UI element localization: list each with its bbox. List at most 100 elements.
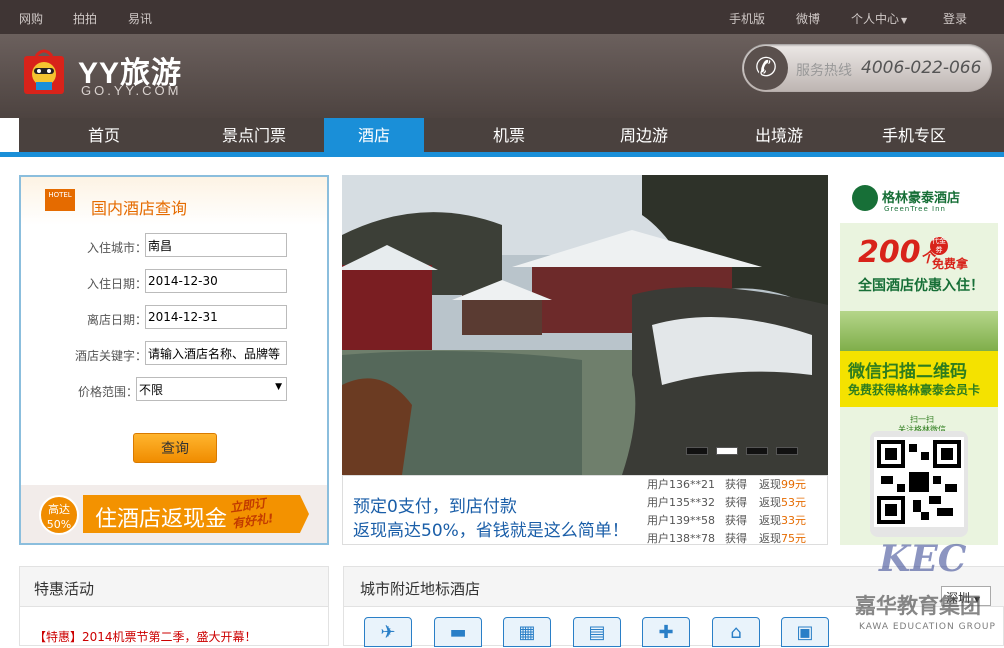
ad-voucher-badge: 代金券 [930, 237, 948, 255]
keyword-input[interactable] [145, 341, 287, 365]
price-row: 价格范围： 不限 ▼ [21, 377, 327, 403]
nav-flights[interactable]: 机票 [459, 118, 559, 154]
winner-got: 获得 [725, 514, 747, 527]
deal-link[interactable]: 【特惠】2014机票节第二季，盛大开幕！ [34, 628, 257, 645]
checkin-label: 入住日期： [86, 277, 147, 291]
city-input[interactable] [145, 233, 287, 257]
cbd-icon[interactable]: ▦ [503, 617, 551, 647]
winner-reward-label: 返现 [759, 532, 781, 544]
promo-box: 预定0支付，到店付款 返现高达50%，省钱就是这么简单！ 用户136**21 获得… [342, 475, 828, 545]
topbar-link-account[interactable]: 个人中心 ▼ [851, 10, 907, 27]
winner-user: 用户139**58 [647, 514, 715, 527]
slider-dot-1[interactable] [686, 447, 708, 455]
topbar-link-paipai[interactable]: 拍拍 [73, 10, 97, 27]
price-select-value: 不限 [139, 383, 164, 397]
winner-amount: 53元 [781, 496, 806, 509]
main-nav: 首页 景点门票 酒店 机票 周边游 出境游 手机专区 [19, 118, 1004, 154]
winner-amount: 33元 [781, 514, 806, 527]
slider-dots [686, 444, 806, 458]
topbar-link-mobile[interactable]: 手机版 [729, 10, 765, 27]
cashback-badge: 高达 50% [39, 495, 79, 535]
watermark: KEC 嘉华教育集团 KAWA EDUCATION GROUP [855, 538, 1004, 641]
watermark-en: KAWA EDUCATION GROUP [859, 622, 996, 632]
nav-tickets[interactable]: 景点门票 [189, 118, 319, 154]
nav-mobile[interactable]: 手机专区 [864, 118, 964, 154]
phone-icon: ✆ [744, 46, 788, 90]
temple-icon[interactable]: ⌂ [712, 617, 760, 647]
badge-line1: 高达 [48, 503, 70, 516]
greentree-logo-icon [852, 185, 878, 211]
winner-reward-label: 返现 [759, 496, 781, 509]
ad-wechat-sub: 免费获得格林豪泰会员卡 [848, 383, 981, 397]
ad-brand-en: GreenTree Inn [884, 205, 946, 213]
winner-reward: 返现75元 [759, 530, 806, 544]
winner-reward: 返现53元 [759, 494, 806, 510]
slider-dot-2[interactable] [716, 447, 738, 455]
promo-line2: 返现高达50%，省钱就是这么简单！ [353, 521, 629, 541]
ad-free-text: 免费拿 [932, 257, 969, 271]
building-icon[interactable]: ▣ [781, 617, 829, 647]
hotline-box: ✆ 服务热线 4006-022-066 [742, 44, 992, 92]
nav-underline [0, 152, 1004, 157]
winner-user: 用户138**78 [647, 532, 715, 544]
topbar-link-wanggou[interactable]: 网购 [19, 10, 43, 27]
price-label: 价格范围： [77, 385, 138, 399]
chevron-down-icon: ▼ [275, 382, 282, 392]
ad-wechat-title: 微信扫描二维码 [848, 362, 967, 382]
deals-title: 特惠活动 [34, 580, 95, 598]
brand-domain: GO.YY.COM [81, 83, 182, 98]
logo-icon[interactable] [22, 46, 66, 96]
ad-all-text: 全国酒店优惠入住！ [858, 278, 984, 294]
winner-reward-label: 返现 [759, 514, 781, 527]
winner-got: 获得 [725, 532, 747, 544]
site-header: YY旅游 GO.YY.COM ✆ 服务热线 4006-022-066 [0, 34, 1004, 118]
checkout-label: 离店日期： [86, 313, 147, 327]
garden-photo [342, 175, 828, 475]
nav-outbound[interactable]: 出境游 [729, 118, 829, 154]
checkout-input[interactable] [145, 305, 287, 329]
ad-number-value: 200 [858, 235, 921, 270]
cashback-text: 住酒店返现金 [95, 507, 228, 532]
watermark-kec: KEC [879, 538, 967, 580]
ad-landscape [840, 311, 998, 351]
city-title: 城市附近地标酒店 [360, 580, 481, 598]
winner-reward: 返现33元 [759, 512, 806, 528]
voucher-line2: 券 [935, 246, 943, 254]
search-button[interactable]: 查询 [133, 433, 217, 463]
plane-icon[interactable]: ✈ [364, 617, 412, 647]
topbar-link-login[interactable]: 登录 [943, 10, 967, 27]
cashback-winners-list: 用户136**21 获得 返现99元 用户135**32 获得 返现53元 用户139*… [647, 476, 827, 544]
train-icon[interactable]: ▬ [434, 617, 482, 647]
hotline-label: 服务热线 [796, 63, 852, 79]
cashback-banner[interactable]: 高达 50% 住酒店返现金 立即订 有好礼! [21, 485, 327, 543]
watermark-cn: 嘉华教育集团 [855, 593, 981, 618]
deals-header: 特惠活动 [20, 567, 328, 607]
search-panel-header: HOTEL 国内酒店查询 [21, 177, 327, 225]
greentree-ad[interactable]: 格林豪泰酒店 GreenTree Inn 200个 代金券 免费拿 全国酒店优惠… [840, 175, 998, 545]
slider-dot-3[interactable] [746, 447, 768, 455]
topbar-link-weibo[interactable]: 微博 [796, 10, 820, 27]
topbar-link-yixun[interactable]: 易讯 [128, 10, 152, 27]
nav-home[interactable]: 首页 [19, 118, 189, 154]
hospital-icon[interactable]: ✚ [642, 617, 690, 647]
promo-line1: 预定0支付，到店付款 [353, 497, 517, 517]
hotel-search-panel: HOTEL 国内酒店查询 入住城市： 入住日期： 离店日期： 酒店关键字： 价格… [19, 175, 329, 545]
checkin-input[interactable] [145, 269, 287, 293]
chevron-down-icon: ▼ [901, 16, 908, 25]
price-select[interactable]: 不限 ▼ [136, 377, 287, 401]
winner-got: 获得 [725, 496, 747, 509]
book-icon[interactable]: ▤ [573, 617, 621, 647]
nav-hotel[interactable]: 酒店 [324, 118, 424, 154]
nav-nearby[interactable]: 周边游 [594, 118, 694, 154]
hero-banner[interactable] [342, 175, 828, 475]
winner-reward-label: 返现 [759, 478, 781, 491]
cashback-slogan: 立即订 有好礼! [229, 494, 275, 531]
winner-reward: 返现99元 [759, 476, 806, 492]
deals-panel: 特惠活动 【特惠】2014机票节第二季，盛大开幕！ [19, 566, 329, 646]
winner-got: 获得 [725, 478, 747, 491]
city-label: 入住城市： [86, 241, 147, 255]
slider-dot-4[interactable] [776, 447, 798, 455]
ad-header: 格林豪泰酒店 GreenTree Inn [840, 175, 998, 223]
qr-code-icon [874, 437, 964, 527]
ad-number: 200个 [858, 235, 935, 270]
